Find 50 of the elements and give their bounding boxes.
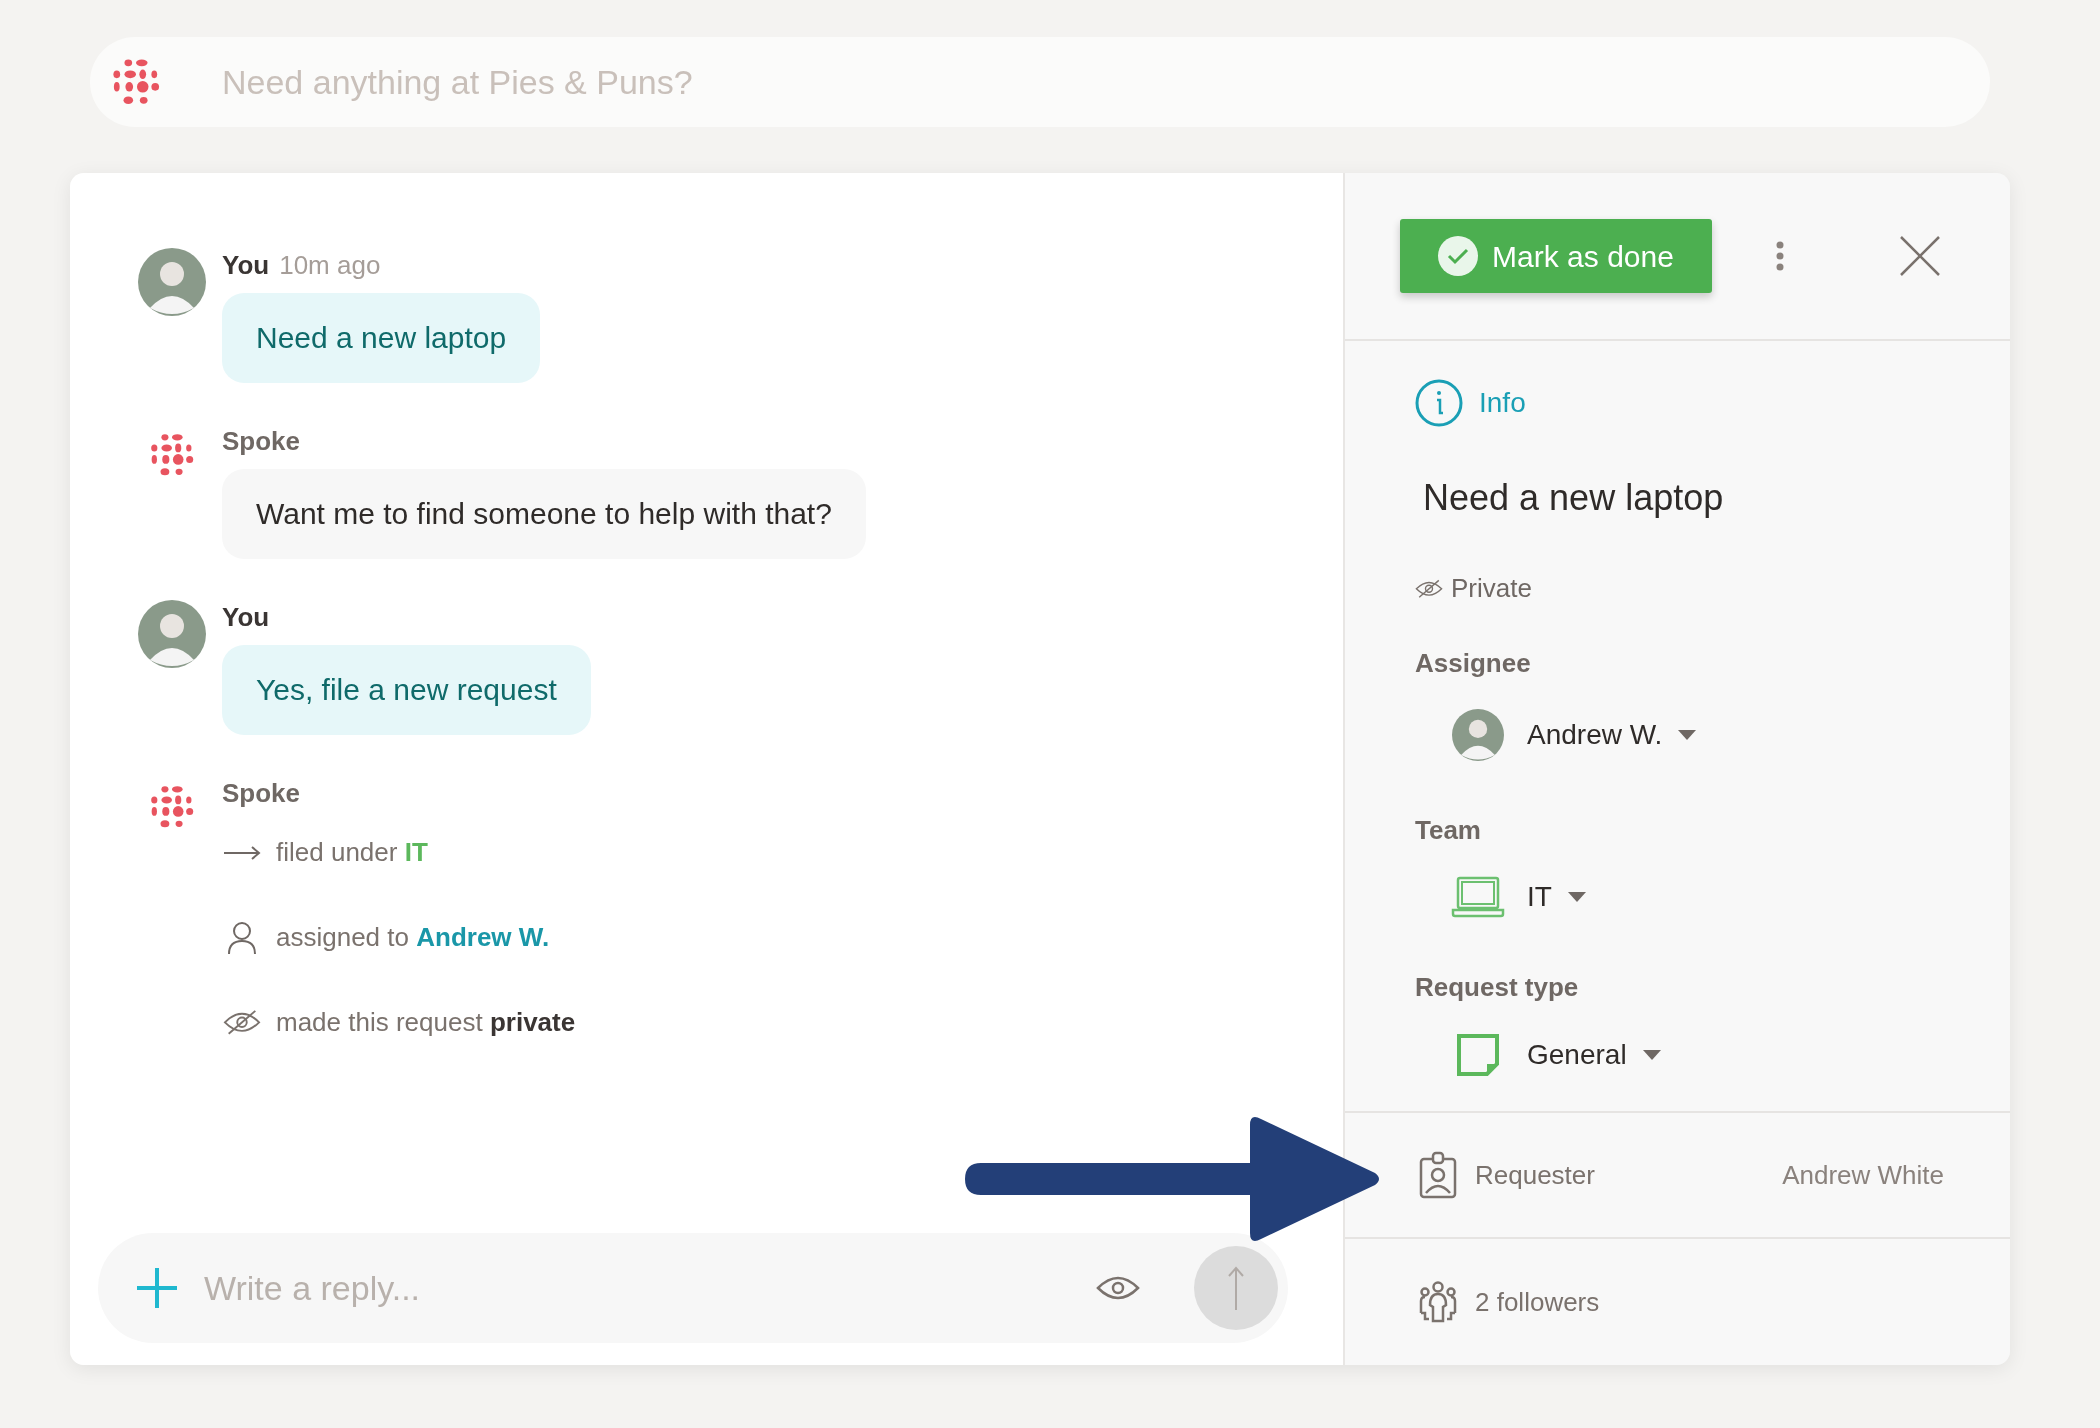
- avatar-icon: [1452, 709, 1504, 761]
- eye-icon[interactable]: [1096, 1274, 1140, 1302]
- activity-text: assigned to Andrew W.: [276, 921, 550, 954]
- field-dropdown[interactable]: IT: [1445, 876, 2010, 918]
- request-title: Need a new laptop: [1423, 476, 1725, 520]
- caret-icon: [1567, 892, 1586, 902]
- field-dropdown[interactable]: General: [1445, 1033, 2010, 1077]
- eye-slash-icon: [223, 1009, 261, 1036]
- spoke-logo-icon: [149, 432, 195, 478]
- message-bubble: Yes, file a new request: [222, 645, 591, 735]
- caret-icon: [1678, 730, 1697, 740]
- message-bubble: Need a new laptop: [222, 293, 541, 383]
- close-icon[interactable]: [1900, 236, 1940, 276]
- search-field[interactable]: Need anything at Pies & Puns?: [90, 37, 1990, 127]
- message-bubble: Want me to find someone to help with that?: [222, 469, 866, 559]
- field-label: Team: [1415, 814, 1482, 847]
- caret-icon: [1642, 1050, 1661, 1060]
- laptop-icon: [1451, 876, 1505, 918]
- activity-text: made this request private: [276, 1006, 576, 1039]
- reply-field[interactable]: Write a reply...: [98, 1233, 1288, 1343]
- arrow-right-icon: [223, 844, 261, 861]
- field-dropdown[interactable]: Andrew W.: [1445, 709, 2010, 761]
- arrow-up-icon: [1228, 1266, 1244, 1310]
- avatar-icon: [138, 248, 206, 316]
- activity-text: filed under IT: [276, 836, 428, 869]
- author-name: Spoke: [222, 777, 301, 810]
- group-icon: [1417, 1281, 1459, 1323]
- avatar-icon: [138, 600, 206, 668]
- author-name: You: [222, 249, 270, 282]
- message-time: 10m ago: [279, 249, 381, 282]
- requester-name: Andrew White: [1782, 1158, 1944, 1192]
- followers-count[interactable]: 2 followers: [1475, 1282, 1600, 1322]
- requester-label: Requester: [1475, 1158, 1595, 1192]
- note-icon: [1456, 1033, 1500, 1077]
- person-icon: [227, 920, 257, 955]
- id-badge-icon: [1419, 1151, 1457, 1199]
- eye-slash-icon: [1415, 578, 1443, 599]
- spoke-logo-icon: [111, 57, 161, 107]
- author-name: You: [222, 601, 270, 634]
- more-icon[interactable]: [1776, 241, 1784, 271]
- spoke-logo-icon: [149, 784, 195, 830]
- author-name: Spoke: [222, 425, 301, 458]
- reply-input[interactable]: Write a reply...: [204, 1262, 1070, 1314]
- visibility-label: Private: [1451, 572, 1532, 605]
- field-label: Assignee: [1415, 647, 1532, 680]
- info-icon[interactable]: [1415, 379, 1463, 427]
- field-label: Request type: [1415, 971, 1580, 1004]
- search-input[interactable]: Need anything at Pies & Puns?: [222, 56, 1990, 108]
- check-circle-icon: [1438, 236, 1479, 276]
- plus-icon[interactable]: [136, 1267, 178, 1309]
